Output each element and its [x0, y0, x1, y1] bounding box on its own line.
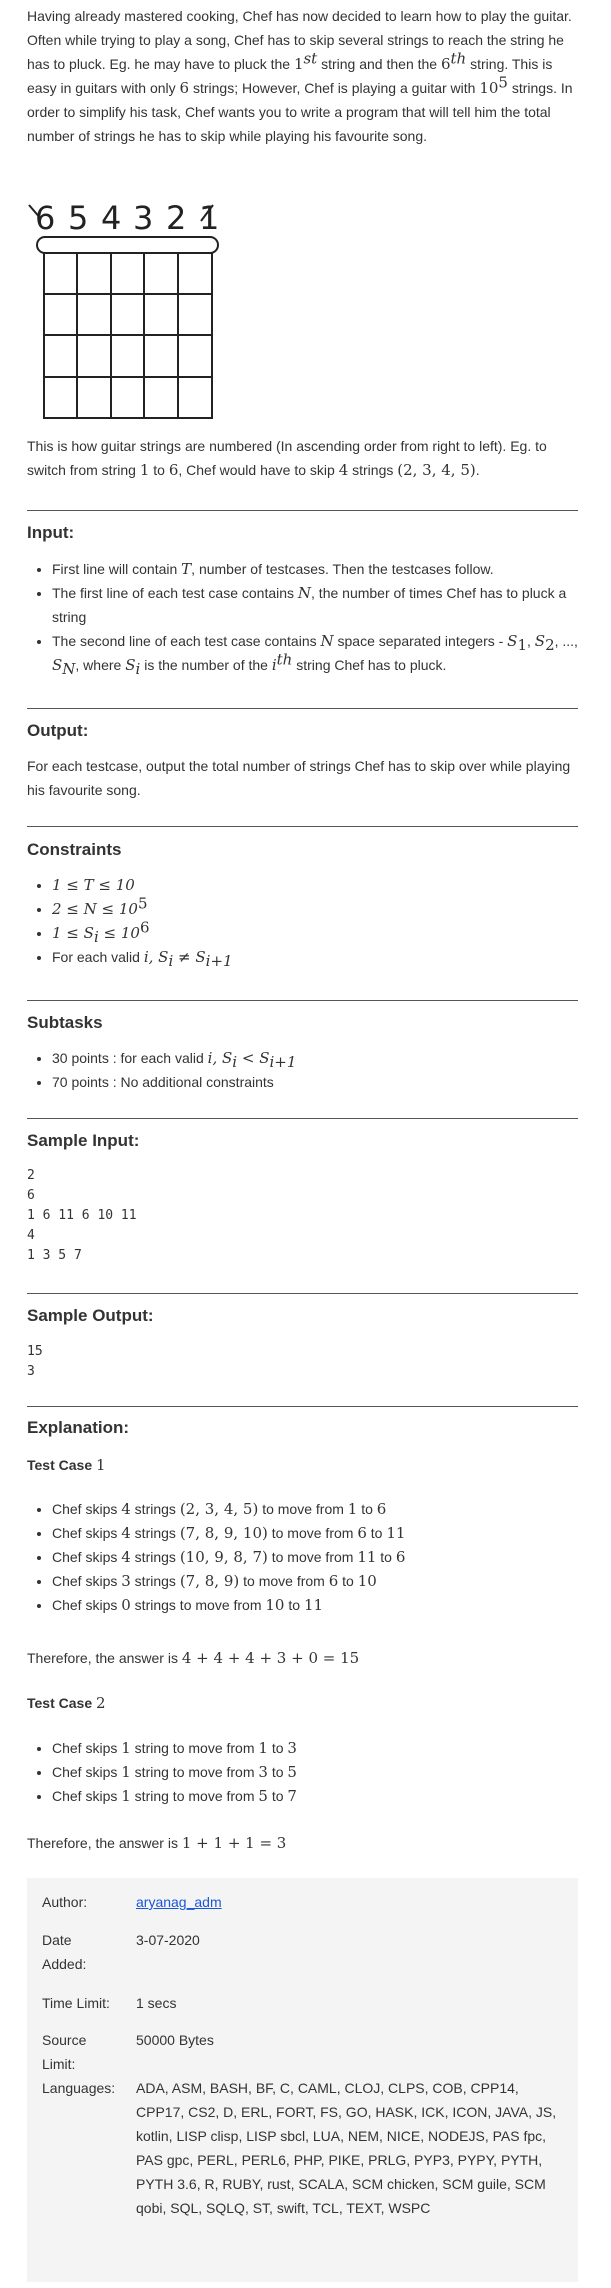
list-item: The second line of each test case contai… [52, 629, 592, 677]
languages-label: Languages: [42, 2080, 116, 2096]
list-item: 1 ≤ Si ≤ 106 [52, 920, 592, 945]
divider [27, 1406, 578, 1407]
test-case-1-heading: Test Case 1 [27, 1456, 106, 1474]
date-added-value: 3-07-2020 [136, 1932, 200, 1948]
numbering-paragraph: This is how guitar strings are numbered … [27, 438, 547, 479]
subtasks-list: 30 points : for each valid i, Si < Si+1 … [27, 1046, 592, 1094]
sample-input-block: 2 6 1 6 11 6 10 11 4 1 3 5 7 [27, 1168, 137, 1263]
guitar-strings-figure: 6 5 4 3 2 1 [27, 197, 227, 427]
divider [27, 1293, 578, 1294]
string-number-3: 3 [133, 199, 153, 237]
list-item: Chef skips 1 string to move from 5 to 7 [52, 1784, 592, 1808]
output-paragraph: For each testcase, output the total numb… [27, 758, 571, 798]
string-number-2: 2 [166, 199, 186, 237]
languages-value: ADA, ASM, BASH, BF, C, CAML, CLOJ, CLPS,… [136, 2080, 557, 2216]
list-item: 70 points : No additional constraints [52, 1070, 592, 1094]
sample-input-heading: Sample Input: [27, 1131, 140, 1150]
source-limit-label: Source Limit: [42, 2032, 87, 2072]
author-link[interactable]: aryanag_adm [136, 1894, 222, 1910]
subtasks-heading: Subtasks [27, 1013, 103, 1032]
list-item: 1 ≤ T ≤ 10 [52, 873, 592, 897]
constraints-heading: Constraints [27, 840, 122, 859]
author-label: Author: [42, 1894, 88, 1910]
list-item: 2 ≤ N ≤ 105 [52, 896, 592, 921]
test-case-2-heading: Test Case 2 [27, 1694, 106, 1712]
constraints-list: 1 ≤ T ≤ 10 2 ≤ N ≤ 105 1 ≤ Si ≤ 106 For … [27, 873, 592, 969]
list-item: Chef skips 4 strings (7, 8, 9, 10) to mo… [52, 1521, 592, 1545]
test-case-1-list: Chef skips 4 strings (2, 3, 4, 5) to mov… [27, 1497, 592, 1617]
list-item: Chef skips 1 string to move from 3 to 5 [52, 1760, 592, 1784]
divider [27, 1118, 578, 1119]
list-item: Chef skips 4 strings (2, 3, 4, 5) to mov… [52, 1497, 592, 1521]
input-heading: Input: [27, 523, 75, 542]
divider [27, 510, 578, 511]
divider [27, 1000, 578, 1001]
date-added-label: Date Added: [42, 1932, 87, 1972]
string-number-6: 6 [35, 199, 55, 237]
string-number-5: 5 [68, 199, 88, 237]
source-limit-value: 50000 Bytes [136, 2032, 214, 2048]
input-list: First line will contain T, number of tes… [27, 557, 592, 677]
test-case-2-answer: Therefore, the answer is 1 + 1 + 1 = 3 [27, 1834, 287, 1852]
test-case-1-answer: Therefore, the answer is 4 + 4 + 4 + 3 +… [27, 1649, 360, 1667]
intro-paragraph: Having already mastered cooking, Chef ha… [27, 8, 573, 144]
time-limit-label: Time Limit: [42, 1995, 110, 2011]
sample-output-block: 15 3 [27, 1344, 43, 1379]
explanation-heading: Explanation: [27, 1418, 130, 1437]
list-item: 30 points : for each valid i, Si < Si+1 [52, 1046, 592, 1070]
time-limit-value: 1 secs [136, 1995, 177, 2011]
problem-info-box: Author: aryanag_adm Date Added: 3-07-202… [27, 1878, 578, 2282]
sample-output-heading: Sample Output: [27, 1306, 154, 1325]
list-item: Chef skips 1 string to move from 1 to 3 [52, 1736, 592, 1760]
list-item: Chef skips 0 strings to move from 10 to … [52, 1593, 592, 1617]
divider [27, 708, 578, 709]
list-item: The first line of each test case contain… [52, 581, 592, 629]
list-item: First line will contain T, number of tes… [52, 557, 592, 581]
list-item: Chef skips 3 strings (7, 8, 9) to move f… [52, 1569, 592, 1593]
guitar-fretboard-image: 6 5 4 3 2 1 [28, 199, 219, 419]
string-number-4: 4 [101, 199, 121, 237]
divider [27, 826, 578, 827]
test-case-2-list: Chef skips 1 string to move from 1 to 3 … [27, 1736, 592, 1808]
list-item: Chef skips 4 strings (10, 9, 8, 7) to mo… [52, 1545, 592, 1569]
list-item: For each valid i, Si ≠ Si+1 [52, 945, 592, 969]
output-heading: Output: [27, 721, 89, 740]
